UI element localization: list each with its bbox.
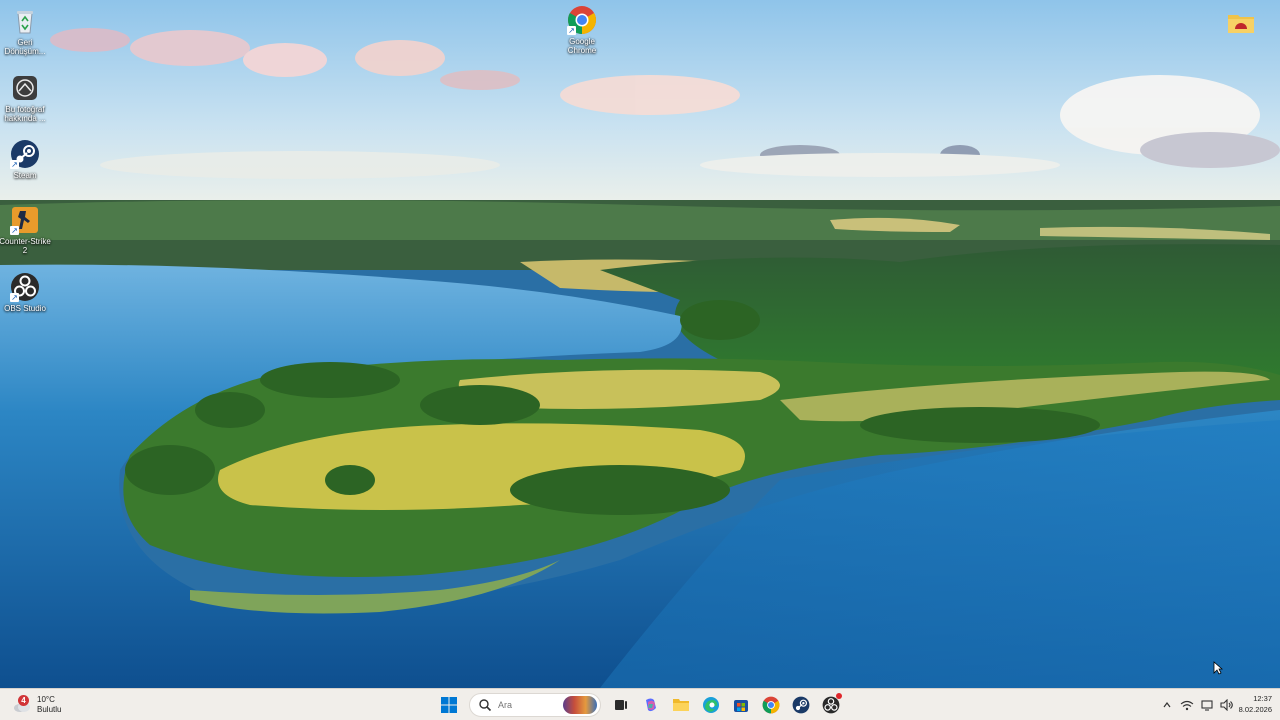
copilot-button[interactable] — [638, 692, 664, 718]
task-view-button[interactable] — [608, 692, 634, 718]
steam-icon: ↗ — [10, 139, 40, 169]
obs-taskbar-button[interactable] — [818, 692, 844, 718]
weather-condition: Bulutlu — [37, 705, 62, 714]
desktop-icon-label: Bu fotoğraf hakkında ... — [4, 105, 46, 123]
folder-icon — [1226, 8, 1256, 38]
task-view-icon — [615, 700, 627, 710]
mouse-cursor-icon — [1213, 661, 1223, 675]
taskbar-search[interactable] — [469, 693, 601, 717]
weather-temperature: 10°C — [37, 695, 55, 704]
store-button[interactable] — [728, 692, 754, 718]
chrome-icon — [762, 696, 780, 714]
desktop-icon-recycle-bin[interactable]: Geri Dönüşüm... — [0, 6, 52, 56]
taskbar-center — [436, 692, 844, 718]
steam-taskbar-button[interactable] — [788, 692, 814, 718]
shortcut-arrow-icon: ↗ — [10, 226, 19, 235]
search-icon — [479, 699, 492, 712]
copilot-icon — [646, 698, 656, 712]
edge-button[interactable] — [698, 692, 724, 718]
chevron-up-icon[interactable] — [1160, 698, 1174, 712]
chrome-icon: ↗ — [567, 5, 597, 35]
recording-indicator — [836, 693, 842, 699]
desktop-icon-spotlight[interactable]: Bu fotoğraf hakkında ... — [0, 73, 52, 123]
edge-icon — [703, 697, 719, 713]
cloud-icon: 4 — [12, 695, 32, 715]
desktop-icon-label: Counter-Strike 2 — [0, 237, 51, 255]
start-button[interactable] — [436, 692, 462, 718]
chrome-taskbar-button[interactable] — [758, 692, 784, 718]
search-highlight-image — [563, 696, 597, 714]
shortcut-arrow-icon: ↗ — [10, 293, 19, 302]
windows-logo-icon — [441, 697, 457, 713]
shortcut-arrow-icon: ↗ — [10, 160, 19, 169]
desktop-wallpaper — [0, 0, 1280, 688]
desktop-icon-folder[interactable] — [1214, 8, 1268, 40]
volume-icon[interactable] — [1220, 698, 1234, 712]
recycle-bin-icon — [10, 6, 40, 36]
desktop-icon-label: Google Chrome — [567, 37, 597, 55]
obs-icon: ↗ — [10, 272, 40, 302]
steam-icon — [792, 696, 810, 714]
store-icon — [734, 700, 748, 712]
counter-strike-icon: ↗ — [10, 205, 40, 235]
desktop-icon-label: OBS Studio — [4, 304, 46, 313]
weather-widget[interactable]: 4 10°C Bulutlu — [12, 692, 61, 718]
network-icon[interactable] — [1180, 698, 1194, 712]
file-explorer-button[interactable] — [668, 692, 694, 718]
system-tray — [1160, 692, 1234, 718]
spotlight-icon — [10, 73, 40, 103]
desktop-icon-obs[interactable]: ↗ OBS Studio — [0, 272, 52, 313]
taskbar-clock[interactable]: 12:37 8.02.2026 — [1239, 693, 1272, 715]
display-icon[interactable] — [1200, 698, 1214, 712]
clock-time: 12:37 — [1253, 694, 1272, 703]
desktop-icon-label: Steam — [13, 171, 37, 180]
desktop-icon-label: Geri Dönüşüm... — [4, 38, 46, 56]
desktop-icon-chrome[interactable]: ↗ Google Chrome — [555, 5, 609, 55]
shortcut-arrow-icon: ↗ — [567, 26, 576, 35]
notification-badge: 4 — [18, 695, 29, 706]
taskbar: 4 10°C Bulutlu Ara 12:37 8.02.2026 — [0, 688, 1280, 720]
search-input[interactable] — [498, 700, 568, 710]
file-explorer-icon — [673, 699, 689, 711]
clock-date: 8.02.2026 — [1238, 705, 1272, 714]
desktop-icon-counter-strike[interactable]: ↗ Counter-Strike 2 — [0, 205, 52, 255]
desktop-icon-steam[interactable]: ↗ Steam — [0, 139, 52, 180]
